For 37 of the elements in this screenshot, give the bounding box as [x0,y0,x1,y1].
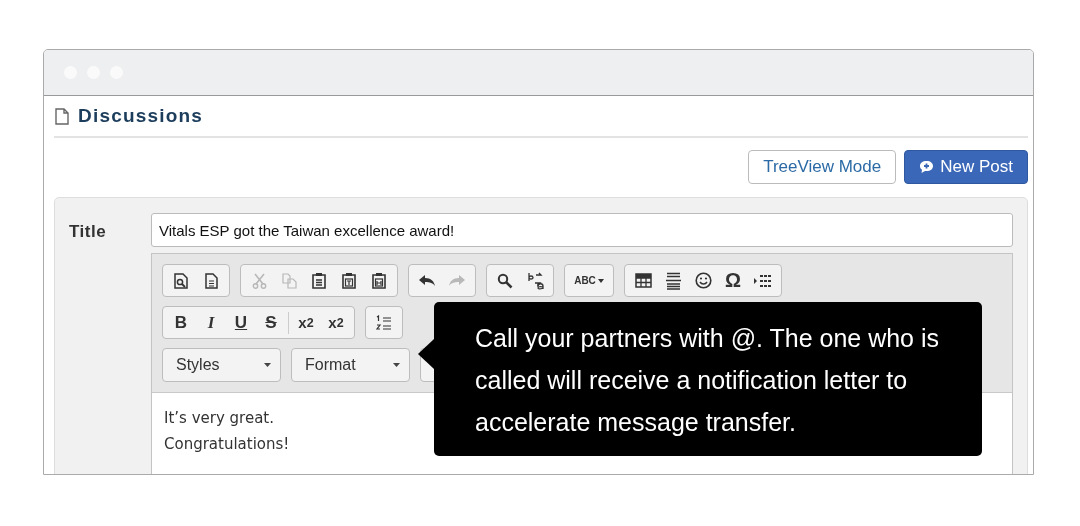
page-title: Discussions [78,105,204,127]
horizontal-rule-icon [664,271,682,290]
toolbar-button[interactable]: U [228,309,254,336]
smiley-icon [694,272,712,289]
clipboard-icon [312,272,326,289]
table-icon [634,273,652,288]
new-post-button[interactable]: New Post [904,150,1028,184]
toolbar-button[interactable]: Ω [720,267,746,294]
clipboard-icon [342,272,356,289]
caret-icon [264,363,271,367]
editor-text: Congratulations! [164,434,290,455]
redo-icon [448,274,466,287]
replace-icon [526,271,544,290]
toolbar-button[interactable]: I [198,309,224,336]
numbered-list-icon [376,314,392,331]
title-input[interactable]: Vitals ESP got the Taiwan excellence award! [151,213,1013,247]
tooltip-text: Call your partners with @. The one who is called will receive a notification letter to accelerate message transfer. [475,323,940,438]
dropdown[interactable]: Styles [162,348,281,382]
toolbar-button[interactable]: ABC [570,267,608,294]
caret-icon [393,363,400,367]
treeview-mode-button[interactable]: TreeView Mode [748,150,897,184]
copy-icon [281,272,297,289]
scissors-icon [251,272,267,289]
caret-icon [597,278,604,283]
indent-icon [753,273,773,288]
document-icon [204,272,218,289]
document-icon [55,107,69,125]
toolbar-button[interactable]: S [258,309,284,336]
add-comment-icon [919,160,935,174]
preview-icon [174,272,188,289]
dropdown[interactable]: Format [291,348,410,382]
toolbar-button[interactable]: B [168,309,194,336]
undo-icon [418,274,436,287]
field-label: Title [68,221,108,243]
search-icon [497,272,513,289]
clipboard-icon [372,272,386,289]
editor-text: It’s very great. [164,408,274,429]
